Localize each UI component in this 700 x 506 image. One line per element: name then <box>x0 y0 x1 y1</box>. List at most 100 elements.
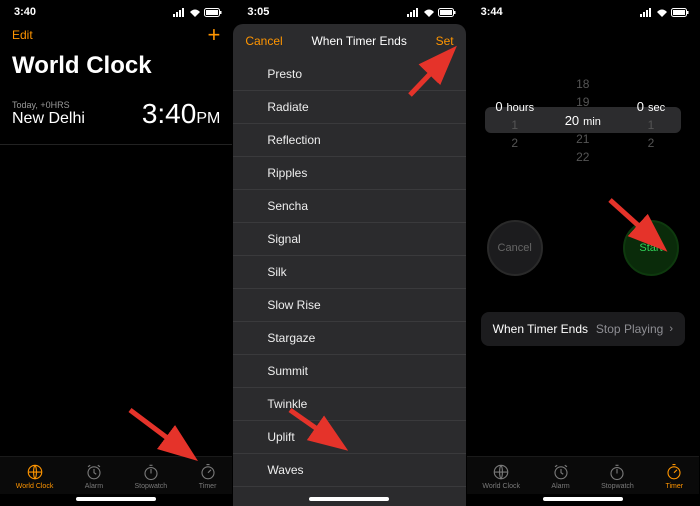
picker-dim: 22 <box>576 150 589 164</box>
picker-value: 0 <box>495 99 502 114</box>
picker-unit: min <box>583 116 601 128</box>
tab-label: World Clock <box>16 483 54 490</box>
status-bar: 3:40 <box>0 0 232 20</box>
home-indicator[interactable] <box>76 497 156 501</box>
list-item-classic[interactable]: Classic› <box>233 487 465 494</box>
city-label: New Delhi <box>12 110 85 128</box>
globe-icon <box>26 463 44 481</box>
stopwatch-icon <box>142 463 160 481</box>
tab-alarm[interactable]: Alarm <box>85 463 103 490</box>
status-bar: 3:05 <box>233 0 465 20</box>
list-item[interactable]: Presto <box>233 58 465 91</box>
edit-button[interactable]: Edit <box>12 28 33 42</box>
picker-value: 0 <box>637 99 644 114</box>
when-timer-ends-modal: Cancel When Timer Ends Set Presto Radiat… <box>233 24 465 506</box>
tab-label: Stopwatch <box>601 483 634 490</box>
tab-label: Timer <box>665 483 683 490</box>
list-item[interactable]: Uplift <box>233 421 465 454</box>
tab-world-clock[interactable]: World Clock <box>482 463 520 490</box>
tab-stopwatch[interactable]: Stopwatch <box>134 463 167 490</box>
alarm-icon <box>85 463 103 481</box>
list-item[interactable]: Reflection <box>233 124 465 157</box>
sound-label: Uplift <box>267 430 294 444</box>
page-title: World Clock <box>0 50 232 90</box>
status-icons <box>407 8 456 17</box>
sound-label: Slow Rise <box>267 298 320 312</box>
status-time: 3:05 <box>247 6 269 18</box>
picker-hours[interactable]: 0hours 1 2 <box>485 91 545 150</box>
timer-icon <box>199 463 217 481</box>
status-time: 3:44 <box>481 6 503 18</box>
status-time: 3:40 <box>14 6 36 18</box>
nav-row: Edit + <box>0 20 232 50</box>
timer-screen: 3:44 0 hours 1 2 18 19 2 <box>467 0 700 506</box>
home-indicator[interactable] <box>543 497 623 501</box>
tab-label: World Clock <box>482 483 520 490</box>
list-item[interactable]: Stargaze <box>233 322 465 355</box>
list-item[interactable]: Twinkle <box>233 388 465 421</box>
tab-alarm[interactable]: Alarm <box>551 463 569 490</box>
time-display: 3:40PM <box>142 98 221 130</box>
stopwatch-icon <box>608 463 626 481</box>
status-icons <box>640 8 689 17</box>
timer-icon <box>665 463 683 481</box>
offset-label: Today, +0HRS <box>12 100 85 110</box>
sound-label: Twinkle <box>267 397 307 411</box>
picker-dim: 19 <box>576 95 589 109</box>
clock-row[interactable]: Today, +0HRS New Delhi 3:40PM <box>0 90 232 145</box>
status-icons <box>173 8 222 17</box>
sound-label: Ripples <box>267 166 307 180</box>
cancel-button[interactable]: Cancel <box>487 220 543 276</box>
sound-label: Silk <box>267 265 286 279</box>
set-button[interactable]: Set <box>436 34 454 48</box>
tab-label: Alarm <box>551 483 569 490</box>
list-item[interactable]: Summit <box>233 355 465 388</box>
when-timer-ends-row[interactable]: When Timer Ends Stop Playing › <box>481 312 685 346</box>
picker-dim: 21 <box>576 132 589 146</box>
modal-header: Cancel When Timer Ends Set <box>233 24 465 58</box>
tab-world-clock[interactable]: World Clock <box>16 463 54 490</box>
picker-seconds[interactable]: 0sec 1 2 <box>621 91 681 150</box>
sound-label: Summit <box>267 364 308 378</box>
list-item[interactable]: Waves <box>233 454 465 487</box>
picker-dim: 1 <box>648 118 655 132</box>
sound-label: Stargaze <box>267 331 315 345</box>
list-item[interactable]: Signal <box>233 223 465 256</box>
tab-label: Timer <box>199 483 217 490</box>
tab-timer[interactable]: Timer <box>199 463 217 490</box>
option-value: Stop Playing <box>596 322 663 336</box>
list-item[interactable]: Sencha <box>233 190 465 223</box>
list-item[interactable]: Radiate <box>233 91 465 124</box>
tab-stopwatch[interactable]: Stopwatch <box>601 463 634 490</box>
globe-icon <box>492 463 510 481</box>
timer-buttons: Cancel Start <box>487 220 679 276</box>
picker-value: 20 <box>565 113 579 128</box>
start-button[interactable]: Start <box>623 220 679 276</box>
sound-label: Waves <box>267 463 303 477</box>
tab-bar: World Clock Alarm Stopwatch Timer <box>0 456 232 494</box>
tab-bar: World Clock Alarm Stopwatch Timer <box>467 456 699 494</box>
picker-unit: hours <box>507 102 535 114</box>
add-icon[interactable]: + <box>207 26 220 44</box>
picker-minutes[interactable]: 18 19 20 min 21 22 <box>553 77 613 164</box>
cancel-button[interactable]: Cancel <box>245 34 282 48</box>
cancel-label: Cancel <box>498 242 532 254</box>
tab-timer[interactable]: Timer <box>665 463 683 490</box>
start-label: Start <box>639 242 662 254</box>
list-item[interactable]: Slow Rise <box>233 289 465 322</box>
list-item[interactable]: Silk <box>233 256 465 289</box>
sound-label: Reflection <box>267 133 320 147</box>
sound-label: Presto <box>267 67 302 81</box>
picker-dim: 18 <box>576 77 589 91</box>
time-value: 3:40 <box>142 98 197 129</box>
sound-list[interactable]: Presto Radiate Reflection Ripples Sencha… <box>233 58 465 494</box>
duration-picker[interactable]: 0hours 1 2 18 19 20min 21 22 0sec 1 2 <box>481 60 685 180</box>
world-clock-screen: 3:40 Edit + World Clock Today, +0HRS New… <box>0 0 233 506</box>
list-item[interactable]: Ripples <box>233 157 465 190</box>
picker-dim: 2 <box>511 136 518 150</box>
picker-dim: 2 <box>648 136 655 150</box>
status-bar: 3:44 <box>467 0 699 20</box>
alarm-icon <box>552 463 570 481</box>
home-indicator[interactable] <box>309 497 389 501</box>
modal-title: When Timer Ends <box>311 34 406 48</box>
